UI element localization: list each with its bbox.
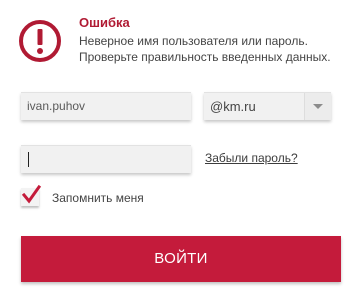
- password-input[interactable]: [21, 145, 191, 173]
- forgot-password-link[interactable]: Забыли пароль?: [205, 151, 298, 165]
- error-line-2: Проверьте правильность введенных данных.: [79, 50, 331, 64]
- login-input-value: ivan.puhov: [27, 99, 86, 113]
- error-line-1: Неверное имя пользователя или пароль.: [79, 34, 308, 48]
- exclamation-circle-icon: [18, 19, 62, 63]
- domain-select[interactable]: @km.ru: [204, 92, 331, 120]
- text-cursor: [28, 152, 29, 167]
- login-input[interactable]: ivan.puhov: [21, 92, 191, 120]
- remember-me-checkbox[interactable]: [21, 184, 42, 206]
- error-message: Ошибка Неверное имя пользователя или пар…: [18, 12, 358, 72]
- domain-select-value: @km.ru: [210, 99, 256, 114]
- error-title: Ошибка: [79, 15, 130, 30]
- login-button[interactable]: ВОЙТИ: [21, 236, 341, 282]
- chevron-down-icon[interactable]: [304, 93, 331, 120]
- error-description: Неверное имя пользователя или пароль. Пр…: [79, 33, 331, 65]
- checkmark-icon: [21, 184, 42, 204]
- remember-me-label: Запомнить меня: [52, 191, 144, 205]
